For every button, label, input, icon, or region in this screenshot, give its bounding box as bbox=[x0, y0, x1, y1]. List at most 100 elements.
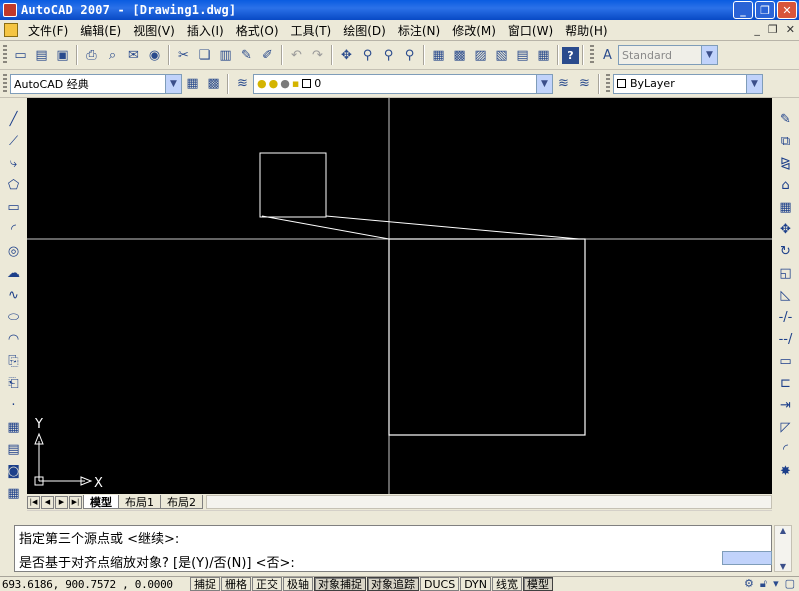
color-select[interactable]: ByLayer ▼ bbox=[613, 73, 763, 94]
chevron-down-icon[interactable]: ▼ bbox=[746, 74, 762, 93]
document-icon[interactable] bbox=[4, 23, 18, 37]
offset-icon[interactable]: ⌂ bbox=[775, 174, 797, 196]
line-icon[interactable]: ╱ bbox=[3, 108, 25, 130]
scroll-down-icon[interactable]: ▼ bbox=[780, 562, 786, 571]
text-style-select[interactable]: Standard ▼ bbox=[618, 45, 718, 65]
erase-icon[interactable]: ✎ bbox=[775, 108, 797, 130]
drawing-svg[interactable]: Y X bbox=[27, 98, 772, 494]
region-icon[interactable]: ◙ bbox=[3, 460, 25, 482]
fillet-icon[interactable]: ◜ bbox=[775, 438, 797, 460]
trim-icon[interactable]: -/- bbox=[775, 306, 797, 328]
toolbar-lock-icon[interactable]: 🔓︎ bbox=[760, 577, 767, 591]
polyline-icon[interactable]: ⤷ bbox=[3, 152, 25, 174]
properties-icon[interactable]: ▦ bbox=[428, 45, 449, 66]
publish-web-icon[interactable]: ◉ bbox=[144, 45, 165, 66]
toolbar-grip[interactable] bbox=[3, 45, 7, 65]
copy-object-icon[interactable]: ⧉ bbox=[775, 130, 797, 152]
mirror-icon[interactable]: ⧎ bbox=[775, 152, 797, 174]
dyn-toggle[interactable]: DYN bbox=[460, 577, 492, 591]
table-icon[interactable]: ▦ bbox=[3, 482, 25, 504]
join-icon[interactable]: ⇥ bbox=[775, 394, 797, 416]
doc-minimize-button[interactable]: _ bbox=[754, 23, 760, 36]
command-history[interactable]: 指定第三个源点或 <继续>: 是否基于对齐点缩放对象? [是(Y)/否(N)] … bbox=[14, 525, 772, 572]
chamfer-icon[interactable]: ◸ bbox=[775, 416, 797, 438]
zoom-window-icon[interactable]: ⚲ bbox=[378, 45, 399, 66]
command-horizontal-scroll-thumb[interactable] bbox=[722, 551, 772, 565]
command-line-2[interactable]: 是否基于对齐点缩放对象? [是(Y)/否(N)] <否>: bbox=[19, 552, 295, 571]
clean-screen-icon[interactable]: ▢ bbox=[785, 577, 795, 591]
ducs-toggle[interactable]: DUCS bbox=[420, 577, 460, 591]
first-tab-button[interactable]: |◀ bbox=[27, 495, 40, 509]
ellipse-icon[interactable]: ⬭ bbox=[3, 306, 25, 328]
coordinate-readout[interactable]: 693.6186, 900.7572 , 0.0000 bbox=[0, 578, 190, 591]
lineweight-toggle[interactable]: 线宽 bbox=[492, 577, 523, 591]
communication-center-icon[interactable]: ⚙ bbox=[744, 577, 754, 591]
layer-select[interactable]: ● ● ● ▪ 0 ▼ bbox=[253, 73, 553, 94]
redo-icon[interactable]: ↷ bbox=[307, 45, 328, 66]
insert-block-icon[interactable]: ⎘ bbox=[3, 350, 25, 372]
menu-view[interactable]: 视图(V) bbox=[127, 22, 181, 39]
break-at-point-icon[interactable]: ▭ bbox=[775, 350, 797, 372]
sheet-set-icon[interactable]: ▧ bbox=[491, 45, 512, 66]
minimize-button[interactable]: _ bbox=[733, 1, 753, 19]
menu-draw[interactable]: 绘图(D) bbox=[337, 22, 392, 39]
array-icon[interactable]: ▦ bbox=[775, 196, 797, 218]
construction-line-icon[interactable]: ⟋ bbox=[3, 130, 25, 152]
scale-icon[interactable]: ◱ bbox=[775, 262, 797, 284]
command-vertical-scrollbar[interactable]: ▲ ▼ bbox=[774, 525, 792, 572]
layer-previous-icon[interactable]: ≋ bbox=[574, 73, 595, 94]
spline-icon[interactable]: ∿ bbox=[3, 284, 25, 306]
pan-icon[interactable]: ✥ bbox=[336, 45, 357, 66]
point-icon[interactable]: · bbox=[3, 394, 25, 416]
tab-model[interactable]: 模型 bbox=[83, 495, 119, 509]
undo-icon[interactable]: ↶ bbox=[286, 45, 307, 66]
chevron-down-icon[interactable]: ▼ bbox=[701, 46, 717, 64]
menu-edit[interactable]: 编辑(E) bbox=[74, 22, 127, 39]
circle-icon[interactable]: ◎ bbox=[3, 240, 25, 262]
menu-window[interactable]: 窗口(W) bbox=[502, 22, 559, 39]
close-button[interactable]: ✕ bbox=[777, 1, 797, 19]
hatch-icon[interactable]: ▦ bbox=[3, 416, 25, 438]
zoom-realtime-icon[interactable]: ⚲ bbox=[357, 45, 378, 66]
model-toggle[interactable]: 模型 bbox=[523, 577, 554, 591]
menu-format[interactable]: 格式(O) bbox=[230, 22, 285, 39]
grid-toggle[interactable]: 栅格 bbox=[221, 577, 251, 591]
drawing-canvas[interactable]: Y X bbox=[27, 98, 772, 494]
doc-close-button[interactable]: ✕ bbox=[786, 23, 795, 36]
menu-modify[interactable]: 修改(M) bbox=[446, 22, 502, 39]
scroll-up-icon[interactable]: ▲ bbox=[780, 526, 786, 535]
cut-icon[interactable]: ✂ bbox=[173, 45, 194, 66]
lightbulb-icon[interactable]: ● bbox=[257, 77, 267, 90]
save-icon[interactable]: ▣ bbox=[52, 45, 73, 66]
polygon-icon[interactable]: ⬠ bbox=[3, 174, 25, 196]
markup-icon[interactable]: ▤ bbox=[512, 45, 533, 66]
snap-toggle[interactable]: 捕捉 bbox=[190, 577, 220, 591]
make-layer-current-icon[interactable]: ≋ bbox=[553, 73, 574, 94]
autocad-app-icon[interactable] bbox=[3, 3, 17, 17]
polar-toggle[interactable]: 极轴 bbox=[283, 577, 313, 591]
freeze-icon[interactable]: ● bbox=[280, 77, 290, 90]
paste-icon[interactable]: ▥ bbox=[215, 45, 236, 66]
ellipse-arc-icon[interactable]: ◠ bbox=[3, 328, 25, 350]
rectangle-icon[interactable]: ▭ bbox=[3, 196, 25, 218]
design-center-icon[interactable]: ▩ bbox=[449, 45, 470, 66]
arc-icon[interactable]: ◜ bbox=[3, 218, 25, 240]
small-square[interactable] bbox=[259, 152, 327, 218]
menu-insert[interactable]: 插入(I) bbox=[181, 22, 230, 39]
extend-icon[interactable]: --/ bbox=[775, 328, 797, 350]
break-icon[interactable]: ⊏ bbox=[775, 372, 797, 394]
block-editor-icon[interactable]: ✐ bbox=[257, 45, 278, 66]
print-preview-icon[interactable]: ⌕ bbox=[102, 45, 123, 66]
tab-layout2[interactable]: 布局2 bbox=[160, 495, 203, 509]
doc-restore-button[interactable]: ❐ bbox=[768, 23, 778, 36]
tab-layout1[interactable]: 布局1 bbox=[118, 495, 161, 509]
open-file-icon[interactable]: ▤ bbox=[31, 45, 52, 66]
text-style-icon[interactable]: A bbox=[597, 45, 618, 66]
make-block-icon[interactable]: ⎗ bbox=[3, 372, 25, 394]
publish-icon[interactable]: ✉ bbox=[123, 45, 144, 66]
prev-tab-button[interactable]: ◀ bbox=[41, 495, 54, 509]
menu-dimension[interactable]: 标注(N) bbox=[392, 22, 446, 39]
rotate-icon[interactable]: ↻ bbox=[775, 240, 797, 262]
layer-manager-icon[interactable]: ≋ bbox=[232, 73, 253, 94]
zoom-previous-icon[interactable]: ⚲ bbox=[399, 45, 420, 66]
